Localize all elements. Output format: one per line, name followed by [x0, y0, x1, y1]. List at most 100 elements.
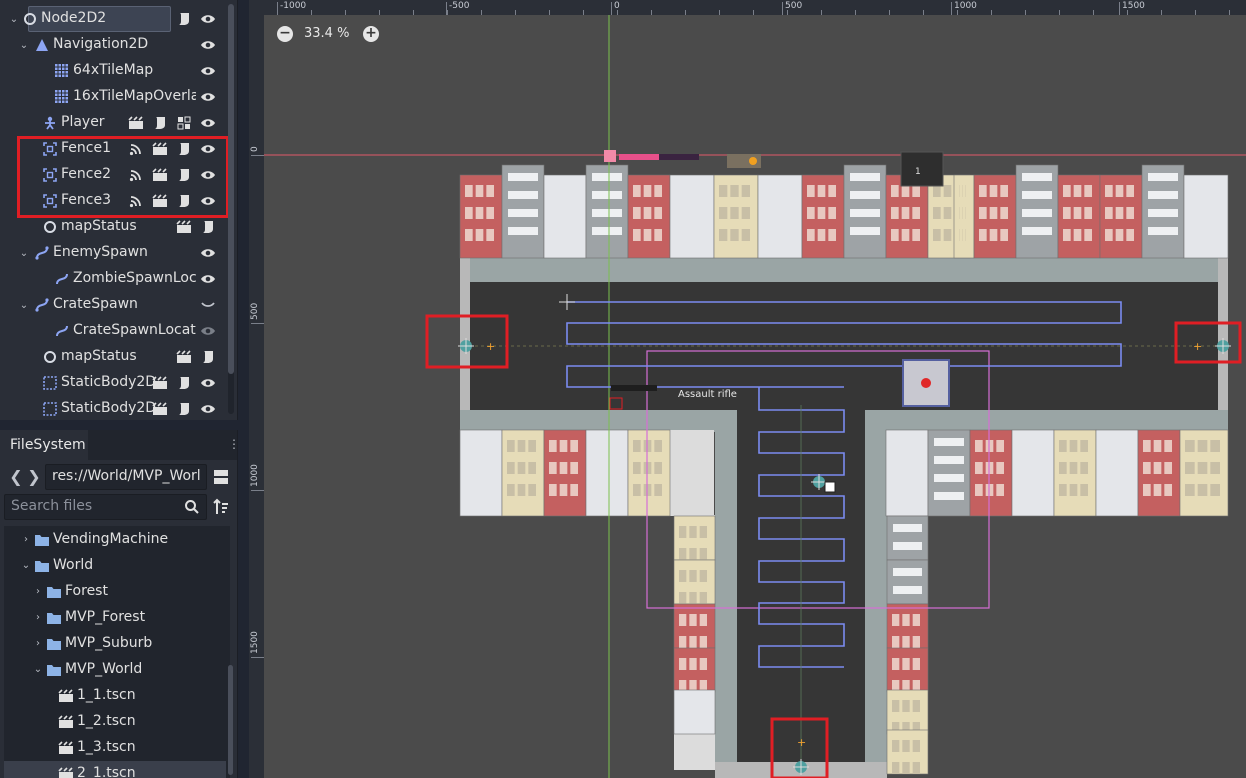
instanced-scene-icon[interactable]: [176, 219, 192, 235]
path-input[interactable]: res://World/MVP_Worl: [45, 464, 207, 490]
search-files-input[interactable]: Search files: [4, 494, 207, 520]
visibility-icon[interactable]: [200, 245, 216, 261]
file-item[interactable]: 1_2.tscn: [4, 709, 226, 735]
scene-node-player[interactable]: Player: [0, 110, 226, 136]
expand-arrow-icon[interactable]: ⌄: [18, 40, 30, 51]
scene-node-node2d2[interactable]: ⌄ Node2D2: [0, 6, 226, 32]
building-window: [912, 762, 920, 774]
split-mode-icon[interactable]: [212, 467, 230, 487]
visibility-icon[interactable]: [200, 11, 216, 27]
scene-node-16xtilemapoverlay[interactable]: 16xTileMapOverlay: [0, 84, 226, 110]
file-label: 2_1.tscn: [77, 765, 136, 778]
scene-node-navigation2d[interactable]: ⌄ Navigation2D: [0, 32, 226, 58]
expand-arrow-icon[interactable]: ⌄: [8, 14, 20, 25]
zoom-level[interactable]: 33.4 %: [304, 26, 349, 41]
building-window: [975, 462, 983, 474]
player-marker: [604, 150, 616, 162]
instanced-scene-icon[interactable]: [152, 401, 168, 417]
scene-node-staticbody2d[interactable]: StaticBody2D: [0, 396, 226, 420]
scene-node-zombiespawnlocat[interactable]: ZombieSpawnLocat: [0, 266, 226, 292]
scene-canvas[interactable]: 1 Assault rifle + + +: [249, 0, 1246, 778]
scene-node-label: 64xTileMap: [73, 62, 154, 78]
ruler-minor-tick: [1195, 10, 1196, 15]
script-icon[interactable]: [176, 401, 192, 417]
panel-menu-icon[interactable]: ⋮: [228, 437, 237, 453]
tab-filesystem[interactable]: FileSystem: [0, 430, 88, 460]
expand-arrow-icon[interactable]: ⌄: [18, 248, 30, 259]
expand-arrow-icon[interactable]: ›: [20, 534, 32, 545]
folder-item[interactable]: › MVP_Suburb: [4, 631, 226, 657]
folder-item[interactable]: › VendingMachine: [4, 527, 226, 553]
script-icon[interactable]: [176, 375, 192, 391]
instanced-scene-icon[interactable]: [152, 375, 168, 391]
expand-arrow-icon[interactable]: ›: [32, 612, 44, 623]
script-icon[interactable]: [176, 11, 192, 27]
node2d-icon: [42, 219, 58, 235]
scene-tree-scrollbar[interactable]: [228, 4, 234, 414]
scrollbar-thumb[interactable]: [228, 4, 234, 374]
scene-node-mapstatus[interactable]: mapStatus: [0, 344, 226, 370]
building-window: [893, 542, 922, 550]
zoom-in-button[interactable]: +: [363, 26, 379, 42]
building-window: [850, 173, 880, 181]
expand-arrow-icon[interactable]: ⌄: [32, 664, 44, 675]
visibility-dim-icon[interactable]: [200, 323, 216, 339]
building-window: [475, 185, 484, 197]
building-window: [1000, 185, 1008, 197]
expand-arrow-icon[interactable]: ›: [32, 586, 44, 597]
file-tree-scrollbar[interactable]: [228, 665, 233, 775]
node-actions: [200, 271, 216, 287]
expand-arrow-icon[interactable]: ⌄: [20, 560, 32, 571]
script-icon[interactable]: [152, 115, 168, 131]
building-window: [679, 570, 687, 582]
visibility-icon[interactable]: [200, 401, 216, 417]
visibility-icon[interactable]: [200, 89, 216, 105]
canvas-viewport[interactable]: 1 Assault rifle + + + -1000 -500 0 500 1000 1500 …: [249, 0, 1246, 778]
scene-node-enemyspawn[interactable]: ⌄ EnemySpawn: [0, 240, 226, 266]
scene-node-64xtilemap[interactable]: 64xTileMap: [0, 58, 226, 84]
scene-node-label: StaticBody2D: [61, 374, 157, 390]
sort-icon[interactable]: [212, 498, 230, 516]
file-item[interactable]: 2_1.tscn: [4, 761, 226, 778]
folder-item[interactable]: › MVP_Forest: [4, 605, 226, 631]
script-icon[interactable]: [200, 219, 216, 235]
folder-item[interactable]: ⌄ MVP_World: [4, 657, 226, 683]
building-window: [807, 229, 815, 241]
building-window: [689, 636, 697, 648]
visibility-icon[interactable]: [200, 37, 216, 53]
building-bottom-9: [1053, 429, 1097, 517]
scene-node-staticbody2d[interactable]: StaticBody2D: [0, 370, 226, 396]
scene-node-cratespawnlocatio[interactable]: CrateSpawnLocatio: [0, 318, 226, 344]
building-window: [1126, 185, 1134, 197]
group-icon[interactable]: [176, 115, 192, 131]
visibility-icon[interactable]: [200, 63, 216, 79]
visibility-icon[interactable]: [200, 271, 216, 287]
visibility-icon[interactable]: [200, 115, 216, 131]
forward-button[interactable]: ❯: [26, 467, 42, 487]
visibility-icon[interactable]: [200, 375, 216, 391]
scene-node-label: mapStatus: [61, 218, 137, 234]
expand-arrow-icon[interactable]: ⌄: [18, 300, 30, 311]
instanced-scene-icon[interactable]: [128, 115, 144, 131]
building-window: [1148, 173, 1178, 181]
scene-node-cratespawn[interactable]: ⌄ CrateSpawn: [0, 292, 226, 318]
ammo-counter-value: 1: [915, 167, 921, 177]
building-window: [1143, 462, 1151, 474]
file-item[interactable]: 1_3.tscn: [4, 735, 226, 761]
instanced-scene-icon[interactable]: [176, 349, 192, 365]
building-body: [885, 429, 929, 517]
zoom-out-button[interactable]: −: [277, 26, 293, 42]
building-window: [817, 229, 826, 241]
building-window: [892, 614, 900, 626]
hidden-icon[interactable]: [200, 297, 216, 313]
folder-item[interactable]: › Forest: [4, 579, 226, 605]
ruler-minor-tick: [1229, 10, 1230, 15]
folder-item[interactable]: ⌄ World: [4, 553, 226, 579]
back-button[interactable]: ❮: [8, 467, 24, 487]
file-item[interactable]: 1_1.tscn: [4, 683, 226, 709]
ruler-minor-tick: [651, 10, 652, 15]
script-icon[interactable]: [200, 349, 216, 365]
building-window: [891, 185, 899, 197]
scene-node-label: StaticBody2D: [61, 400, 157, 416]
expand-arrow-icon[interactable]: ›: [32, 638, 44, 649]
